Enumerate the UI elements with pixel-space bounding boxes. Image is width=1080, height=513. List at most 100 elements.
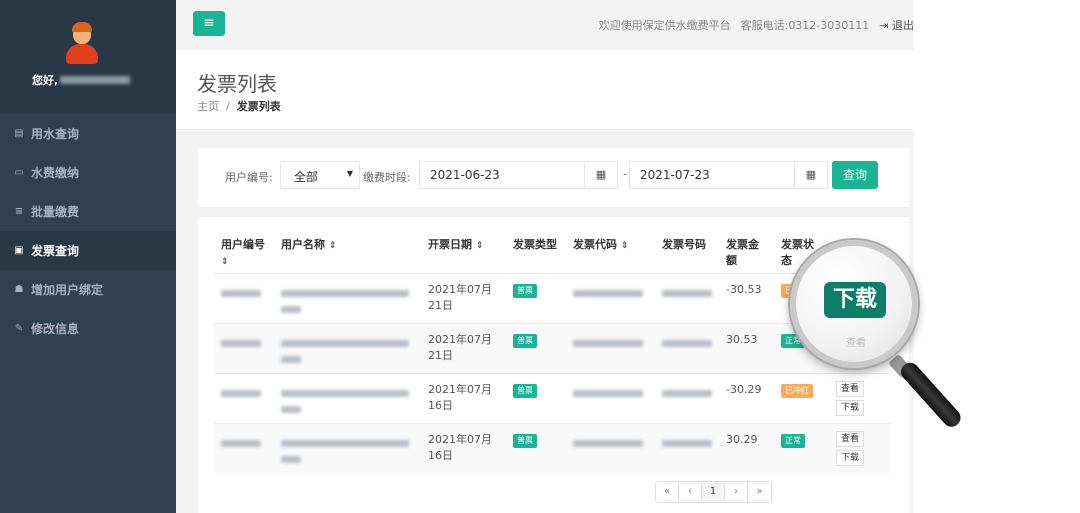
caret-down-icon: ▼	[346, 169, 353, 178]
breadcrumb: 主页 / 发票列表	[197, 98, 281, 114]
user-no-label: 用户编号:	[225, 171, 273, 184]
sidebar-item-label: 水费缴纳	[31, 166, 80, 180]
col-header-amount[interactable]: 发票金额	[726, 237, 764, 269]
invoice-table: 用户编号 ⇕ 用户名称 ⇕ 开票日期 ⇕ 发票类型 发票代码 ⇕ 发票号码 发票金…	[198, 217, 909, 513]
sort-icon: ⇕	[475, 241, 484, 251]
page-heading: 发票列表 主页 / 发票列表	[176, 50, 914, 130]
breadcrumb-current: 发票列表	[236, 100, 281, 113]
last-page-button[interactable]: »	[748, 482, 771, 502]
magnified-download-label: 下载	[824, 282, 886, 318]
cell-invoice-type: 普票	[513, 332, 537, 348]
sidebar-nav: ▤ 用水查询 ▭ 水费缴纳 ≡ 批量缴费 ▣ 发票查询 ☗ 增加用户绑定 ✎ 修…	[0, 114, 176, 348]
sidebar-item-label: 修改信息	[31, 322, 80, 336]
cell-user-name	[281, 436, 409, 468]
breadcrumb-home[interactable]: 主页	[197, 100, 219, 113]
magnified-view-label: 查看	[846, 338, 866, 349]
sidebar-item-batch-payment[interactable]: ≡ 批量缴费	[0, 192, 176, 231]
next-page-button[interactable]: ›	[725, 482, 748, 502]
menu-toggle-button[interactable]: ≡	[193, 11, 225, 36]
col-header-invoice-no[interactable]: 发票号码	[662, 237, 706, 253]
edit-icon: ✎	[14, 323, 24, 334]
sidebar-item-label: 增加用户绑定	[31, 283, 104, 297]
sign-out-icon: ⇥	[879, 19, 889, 32]
cell-actions: 查看 下载	[836, 431, 864, 469]
cell-amount: 30.53	[726, 333, 758, 346]
cell-amount: -30.53	[726, 283, 762, 296]
sidebar-item-edit-info[interactable]: ✎ 修改信息	[0, 309, 176, 348]
date-to-input[interactable]: 2021-07-23	[629, 161, 795, 189]
col-label: 发票金额	[726, 238, 759, 267]
profile-panel: 您好,	[0, 0, 176, 114]
cell-invoice-type: 普票	[513, 282, 537, 298]
cell-invoice-code	[573, 436, 643, 452]
users-icon: ☗	[14, 284, 24, 295]
view-button[interactable]: 查看	[836, 381, 864, 397]
hamburger-icon: ≡	[203, 15, 215, 31]
sidebar-item-label: 发票查询	[31, 244, 80, 258]
sort-icon: ⇕	[328, 241, 337, 251]
sidebar: 您好, ▤ 用水查询 ▭ 水费缴纳 ≡ 批量缴费 ▣ 发票查询 ☗ 增加用户绑定…	[0, 0, 176, 513]
invoice-type-badge: 普票	[513, 284, 537, 298]
welcome-text: 欢迎使用保定供水缴费平台	[598, 19, 731, 32]
invoice-type-badge: 普票	[513, 334, 537, 348]
cell-user-no	[221, 286, 261, 302]
query-button[interactable]: 查询	[832, 161, 878, 189]
cell-issue-date: 2021年07月16日	[428, 383, 492, 412]
col-label: 开票日期	[428, 238, 472, 251]
download-button[interactable]: 下载	[836, 450, 864, 466]
cell-user-no	[221, 386, 261, 402]
page-number-button[interactable]: 1	[702, 482, 725, 502]
sidebar-item-label: 用水查询	[31, 127, 80, 141]
service-phone: 客服电话:0312-3030111	[740, 19, 870, 32]
col-header-invoice-type[interactable]: 发票类型	[513, 237, 557, 253]
range-dash: -	[623, 167, 628, 181]
sidebar-item-label: 批量缴费	[31, 205, 80, 219]
cell-user-name	[281, 336, 409, 368]
cell-invoice-no	[662, 436, 712, 452]
calendar-icon[interactable]: ▦	[584, 161, 618, 189]
col-header-user-name[interactable]: 用户名称 ⇕	[281, 237, 336, 254]
date-from-input[interactable]: 2021-06-23	[419, 161, 585, 189]
cell-amount: 30.29	[726, 433, 758, 446]
cell-user-no	[221, 436, 261, 452]
cell-status: 已冲红	[781, 382, 813, 398]
status-badge: 正常	[781, 434, 805, 448]
avatar[interactable]	[66, 22, 98, 66]
first-page-button[interactable]: «	[656, 482, 679, 502]
calendar-icon[interactable]: ▦	[794, 161, 828, 189]
cell-user-name	[281, 286, 409, 318]
id-card-icon: ▣	[14, 245, 24, 256]
sidebar-item-water-usage[interactable]: ▤ 用水查询	[0, 114, 176, 153]
cell-issue-date: 2021年07月21日	[428, 333, 492, 362]
sidebar-item-water-payment[interactable]: ▭ 水费缴纳	[0, 153, 176, 192]
cell-invoice-code	[573, 386, 643, 402]
greeting-text: 您好,	[32, 74, 59, 87]
header-right: 欢迎使用保定供水缴费平台 客服电话:0312-3030111 ⇥ 退出	[599, 17, 914, 33]
pagination: « ‹ 1 › »	[655, 481, 772, 503]
table-row: 2021年07月21日 普票 30.53 正常	[214, 323, 891, 373]
prev-page-button[interactable]: ‹	[679, 482, 702, 502]
download-button[interactable]: 下载	[836, 400, 864, 416]
user-no-select[interactable]: 全部 ▼	[280, 161, 360, 189]
sidebar-item-invoice-query[interactable]: ▣ 发票查询	[0, 231, 176, 270]
breadcrumb-separator: /	[226, 100, 230, 113]
user-no-value: 全部	[294, 170, 319, 184]
table-row: 2021年07月16日 普票 -30.29 已冲红 查看 下载	[214, 373, 891, 423]
col-label: 发票类型	[513, 238, 557, 251]
cell-invoice-no	[662, 286, 712, 302]
invoice-type-badge: 普票	[513, 384, 537, 398]
cell-invoice-no	[662, 386, 712, 402]
col-header-invoice-code[interactable]: 发票代码 ⇕	[573, 237, 628, 254]
col-header-issue-date[interactable]: 开票日期 ⇕	[428, 237, 483, 254]
col-header-user-no[interactable]: 用户编号 ⇕	[221, 237, 269, 270]
col-label: 发票号码	[662, 238, 706, 251]
cell-issue-date: 2021年07月16日	[428, 433, 492, 462]
cell-invoice-no	[662, 336, 712, 352]
cell-invoice-type: 普票	[513, 432, 537, 448]
invoice-type-badge: 普票	[513, 434, 537, 448]
list-icon: ≡	[14, 206, 24, 217]
cell-invoice-code	[573, 336, 643, 352]
sidebar-item-add-binding[interactable]: ☗ 增加用户绑定	[0, 270, 176, 309]
view-button[interactable]: 查看	[836, 431, 864, 447]
logout-link[interactable]: ⇥ 退出	[879, 17, 914, 33]
